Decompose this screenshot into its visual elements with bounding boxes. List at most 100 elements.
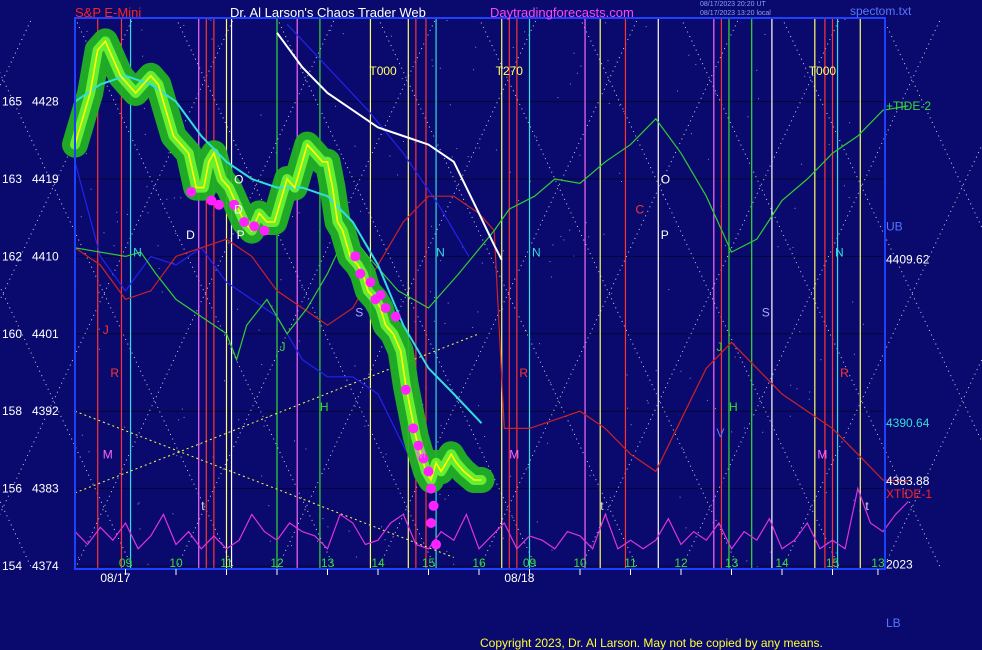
planet-letter-label: N [835, 245, 844, 259]
star [113, 245, 115, 247]
marker-dot [408, 423, 419, 434]
star [157, 245, 159, 247]
star [605, 22, 607, 24]
star [292, 216, 293, 217]
star [301, 287, 303, 289]
y-tick-price: 4383 [32, 482, 59, 496]
star [348, 530, 350, 532]
star [317, 540, 318, 542]
star [825, 492, 827, 494]
date-label: 08/18 [504, 571, 534, 585]
planet-letter-label: N [532, 245, 541, 259]
star [647, 402, 649, 404]
date-label: 08/17 [100, 571, 130, 585]
star [645, 26, 647, 28]
star [381, 526, 382, 528]
x-tick-label: 09 [523, 556, 537, 570]
star [626, 374, 628, 376]
star [280, 279, 282, 281]
marker-dot [350, 251, 361, 262]
site-url[interactable]: Daytradingforecasts.com [490, 5, 634, 20]
star [569, 83, 571, 85]
star [792, 247, 794, 248]
star [439, 494, 441, 495]
star [828, 144, 830, 146]
star [403, 141, 404, 142]
star [576, 72, 578, 74]
star [790, 384, 792, 386]
star [844, 19, 846, 20]
planet-letter-label: M [416, 448, 426, 462]
star [448, 495, 449, 496]
star [90, 188, 92, 190]
star [354, 365, 356, 367]
star [552, 244, 554, 246]
star [446, 20, 448, 21]
star [473, 69, 474, 71]
star [168, 152, 170, 154]
star [444, 322, 446, 324]
star [116, 221, 118, 223]
star [137, 503, 139, 505]
marker-dot [380, 303, 391, 313]
star [853, 353, 855, 355]
star [271, 305, 273, 307]
star [857, 458, 859, 460]
star [619, 172, 621, 174]
star [706, 399, 708, 401]
star [557, 97, 559, 98]
marker-dot [423, 466, 434, 477]
star [611, 292, 613, 294]
star [397, 174, 399, 176]
star [431, 59, 433, 61]
marker-dot [249, 221, 260, 232]
right-level-label: XTIDE-1 [886, 487, 932, 501]
star [573, 52, 575, 54]
star [98, 291, 100, 293]
y-tick-label: 154 [2, 559, 22, 573]
star [80, 216, 82, 218]
star [354, 405, 356, 407]
star [147, 563, 149, 565]
y-tick-label: 163 [2, 172, 22, 186]
star [484, 436, 486, 437]
star [580, 65, 582, 67]
star [263, 425, 265, 427]
star [688, 54, 690, 56]
star [725, 245, 727, 247]
star [683, 449, 684, 451]
right-level-label: 2023 [886, 557, 913, 571]
star [495, 149, 497, 151]
star [269, 540, 271, 542]
y-tick-price: 4392 [32, 404, 59, 418]
planet-letter-label: O [234, 172, 243, 186]
x-tick-label: 12 [674, 556, 688, 570]
planet-letter-label: D [186, 228, 195, 242]
planet-letter-label: S [355, 306, 363, 320]
x-tick-label: 15 [422, 556, 436, 570]
y-tick-price: 4374 [32, 559, 59, 573]
star [389, 155, 391, 157]
planet-letter-label: O [661, 172, 670, 186]
star [335, 105, 336, 107]
planet-letter-label: C [636, 202, 645, 216]
timestamp-ut: 08/17/2023 20:20 UT [700, 1, 766, 8]
star [524, 31, 526, 33]
star [536, 136, 538, 138]
x-tick-label: 14 [775, 556, 789, 570]
star [124, 426, 126, 428]
star [217, 45, 219, 47]
star [144, 134, 146, 135]
marker-dot [375, 290, 386, 301]
star [808, 398, 810, 400]
star [467, 156, 469, 158]
symbol-title: S&P E-Mini [75, 5, 142, 20]
right-level-label: UB [886, 219, 903, 233]
star [453, 563, 455, 565]
star [98, 348, 100, 350]
marker-dot [259, 225, 270, 236]
star [342, 33, 344, 35]
star [161, 291, 163, 293]
star [172, 513, 174, 515]
x-tick-label: 09 [119, 556, 133, 570]
